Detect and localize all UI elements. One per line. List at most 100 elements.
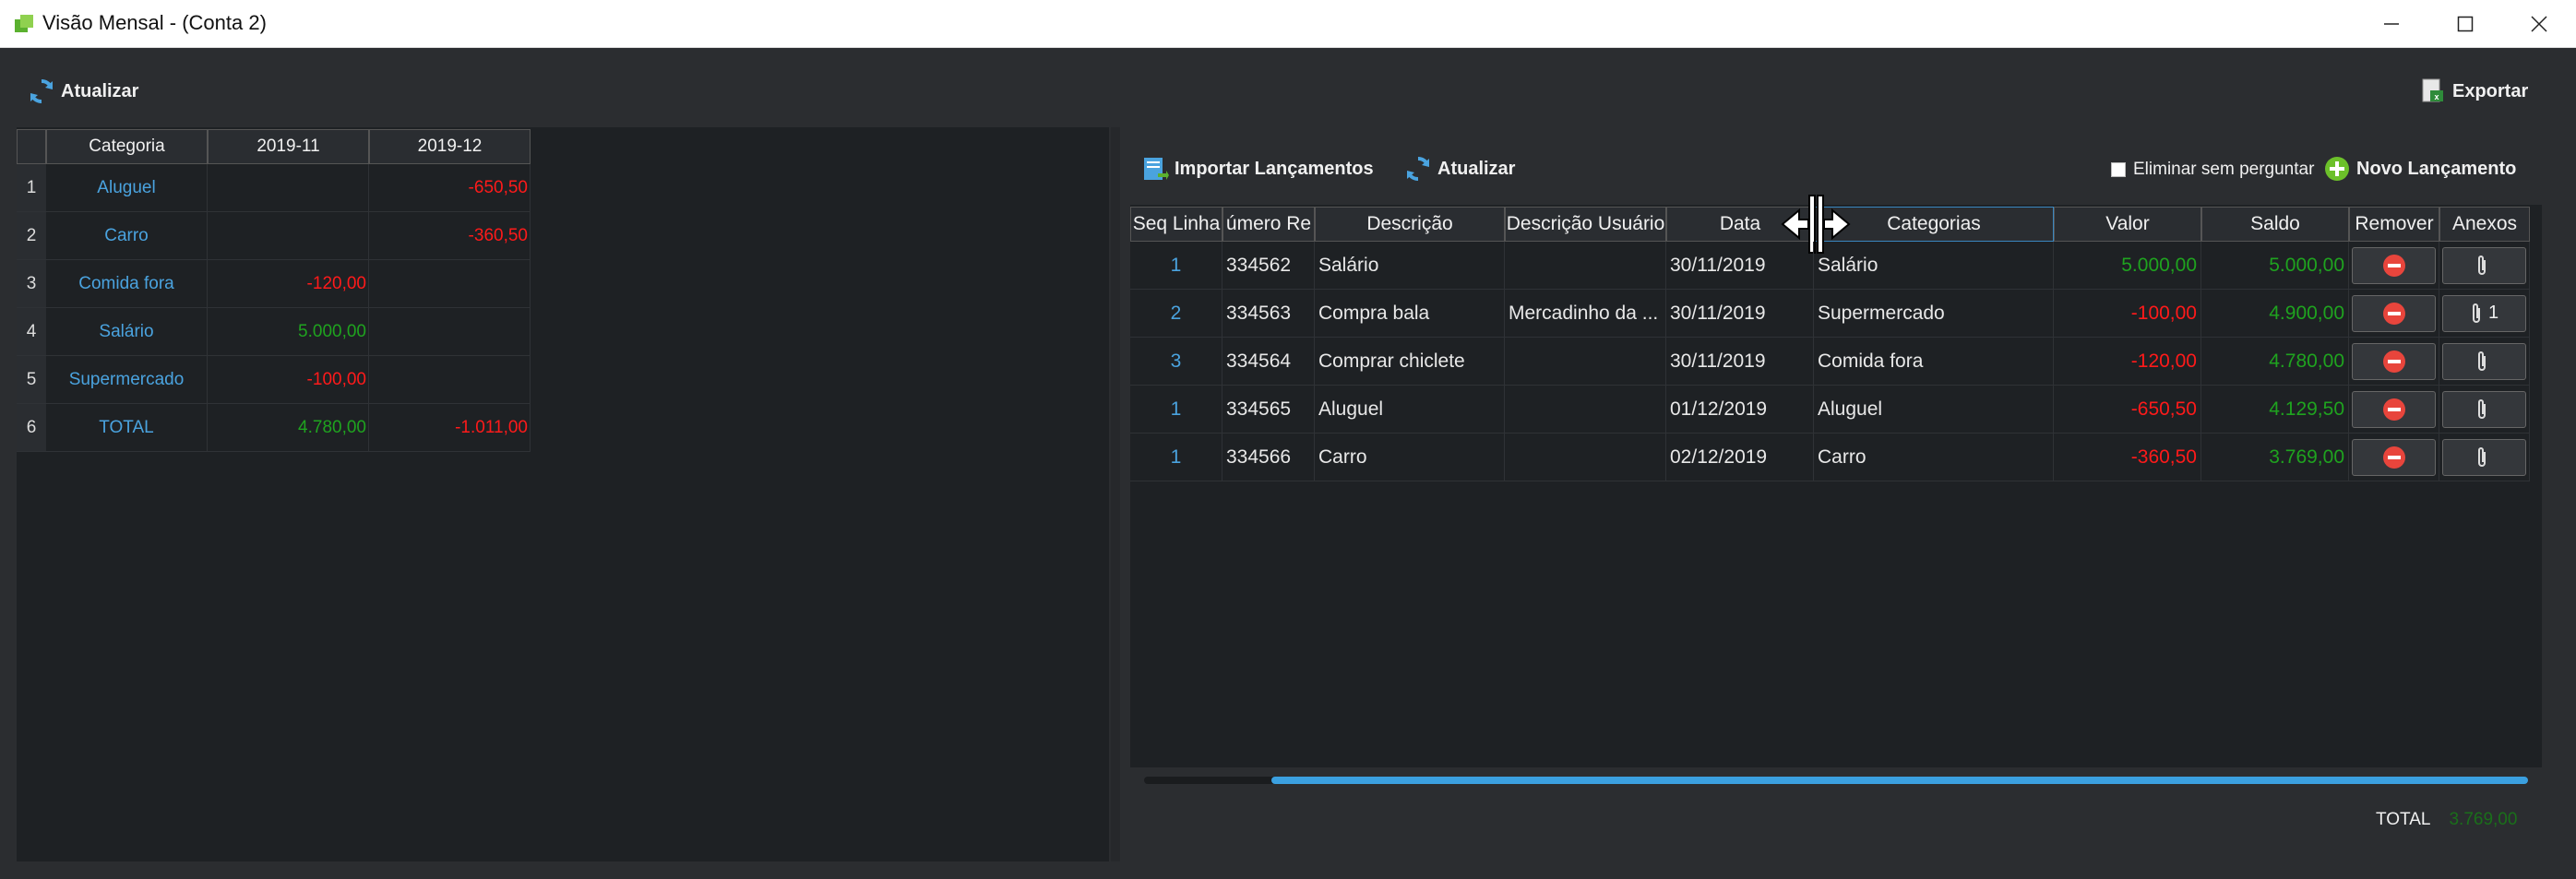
seq-cell: 2 [1130,290,1222,338]
refresh-button[interactable]: Atualizar [28,77,138,105]
table-row[interactable]: 1 334566 Carro 02/12/2019 Carro -360,50 … [1130,434,2530,481]
value-cell: -100,00 [2054,290,2201,338]
col-header-remove[interactable]: Remover [2349,207,2439,242]
table-row[interactable]: 3 Comida fora -120,00 [17,260,531,308]
col-header-balance[interactable]: Saldo [2201,207,2349,242]
table-row[interactable]: 6 TOTAL 4.780,00 -1.011,00 [17,404,531,452]
remove-button[interactable] [2352,438,2436,476]
col-header-number[interactable]: úmero Re [1222,207,1315,242]
export-button[interactable]: x Exportar [2419,77,2528,105]
paperclip-icon [2477,398,2486,419]
col-header-description[interactable]: Descrição [1315,207,1505,242]
date-cell[interactable]: 30/11/2019 [1666,242,1814,290]
horizontal-scrollbar[interactable] [1144,777,2528,784]
date-cell[interactable]: 30/11/2019 [1666,338,1814,386]
seq-cell: 1 [1130,386,1222,434]
attachments-button[interactable]: 1 [2442,294,2526,332]
table-row[interactable]: 4 Salário 5.000,00 [17,308,531,356]
category-cell[interactable]: Aluguel [46,164,208,212]
seq-cell: 1 [1130,434,1222,481]
remove-button[interactable] [2352,342,2436,380]
remove-button[interactable] [2352,246,2436,284]
delete-no-ask-checkbox[interactable]: Eliminar sem perguntar [2111,160,2314,180]
category-cell[interactable]: Aluguel [1814,386,2054,434]
value-cell: -100,00 [208,356,369,404]
table-row[interactable]: 1 334562 Salário 30/11/2019 Salário 5.00… [1130,242,2530,290]
export-icon: x [2422,78,2443,102]
attachment-count: 1 [2487,303,2499,323]
attachments-button[interactable] [2442,438,2526,476]
table-row[interactable]: 1 Aluguel -650,50 [17,164,531,212]
col-header-user-description[interactable]: Descrição Usuário [1505,207,1666,242]
category-cell[interactable]: Carro [1814,434,2054,481]
panel-splitter[interactable] [1111,127,1120,861]
date-cell[interactable]: 02/12/2019 [1666,434,1814,481]
category-cell[interactable]: Comida fora [1814,338,2054,386]
balance-cell: 3.769,00 [2201,434,2349,481]
close-button[interactable] [2502,0,2576,48]
date-cell[interactable]: 30/11/2019 [1666,290,1814,338]
row-number: 1 [17,164,46,212]
pivot-header-month-1[interactable]: 2019-11 [208,129,369,164]
category-cell[interactable]: Supermercado [1814,290,2054,338]
user-description-cell[interactable] [1505,386,1666,434]
pivot-header-category[interactable]: Categoria [46,129,208,164]
description-cell[interactable]: Aluguel [1315,386,1505,434]
category-cell[interactable]: Supermercado [46,356,208,404]
col-header-seq[interactable]: Seq Linha [1130,207,1222,242]
value-cell: -650,50 [369,164,531,212]
category-cell[interactable]: Salário [46,308,208,356]
maximize-button[interactable] [2428,0,2502,48]
attachments-button[interactable] [2442,246,2526,284]
remove-button[interactable] [2352,294,2436,332]
description-cell[interactable]: Salário [1315,242,1505,290]
user-description-cell[interactable]: Mercadinho da ... [1505,290,1666,338]
table-row[interactable]: 2 Carro -360,50 [17,212,531,260]
description-cell[interactable]: Carro [1315,434,1505,481]
export-label: Exportar [2452,80,2529,101]
description-cell[interactable]: Compra bala [1315,290,1505,338]
description-cell[interactable]: Comprar chiclete [1315,338,1505,386]
minimize-button[interactable] [2355,0,2428,48]
remove-button[interactable] [2352,390,2436,428]
user-description-cell[interactable] [1505,242,1666,290]
table-row[interactable]: 1 334565 Aluguel 01/12/2019 Aluguel -650… [1130,386,2530,434]
col-header-value[interactable]: Valor [2054,207,2201,242]
app-icon [15,15,33,32]
number-cell: 334562 [1222,242,1315,290]
user-description-cell[interactable] [1505,338,1666,386]
value-cell [369,308,531,356]
number-cell: 334563 [1222,290,1315,338]
row-number: 3 [17,260,46,308]
window-title: Visão Mensal - (Conta 2) [42,11,267,34]
value-cell [369,260,531,308]
scrollbar-thumb[interactable] [1271,777,2528,784]
refresh-entries-button[interactable]: Atualizar [1404,155,1515,183]
category-cell[interactable]: Comida fora [46,260,208,308]
title-bar: Visão Mensal - (Conta 2) [0,0,2576,48]
pivot-corner[interactable] [17,129,46,164]
number-cell: 334565 [1222,386,1315,434]
import-entries-button[interactable]: Importar Lançamentos [1141,155,1374,183]
table-row[interactable]: 3 334564 Comprar chiclete 30/11/2019 Com… [1130,338,2530,386]
attachments-button[interactable] [2442,390,2526,428]
balance-cell: 4.780,00 [2201,338,2349,386]
category-cell[interactable]: TOTAL [46,404,208,452]
category-cell[interactable]: Salário [1814,242,2054,290]
category-cell[interactable]: Carro [46,212,208,260]
total-footer: TOTAL 3.769,00 [2376,810,2517,830]
user-description-cell[interactable] [1505,434,1666,481]
value-cell [369,356,531,404]
pivot-header-month-2[interactable]: 2019-12 [369,129,531,164]
col-header-attachments[interactable]: Anexos [2439,207,2530,242]
new-entry-button[interactable]: Novo Lançamento [2323,155,2516,183]
value-cell [208,212,369,260]
date-cell[interactable]: 01/12/2019 [1666,386,1814,434]
attachments-button[interactable] [2442,342,2526,380]
value-cell: -360,50 [2054,434,2201,481]
number-cell: 334566 [1222,434,1315,481]
table-row[interactable]: 2 334563 Compra bala Mercadinho da ... 3… [1130,290,2530,338]
checkbox-box[interactable] [2111,162,2126,177]
row-number: 6 [17,404,46,452]
table-row[interactable]: 5 Supermercado -100,00 [17,356,531,404]
